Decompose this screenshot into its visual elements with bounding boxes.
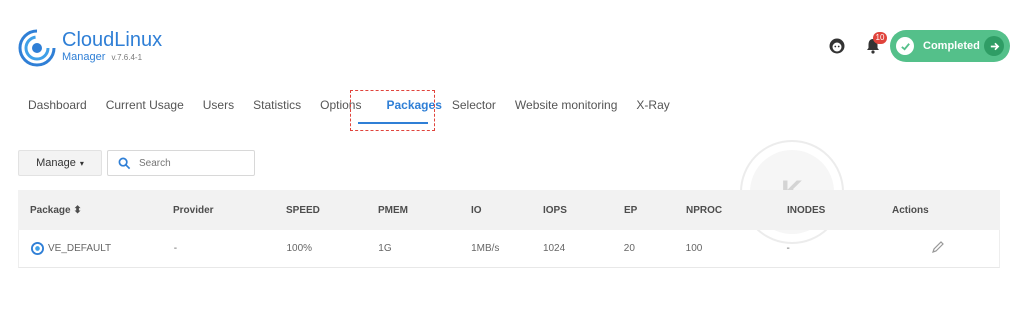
package-name: VE_DEFAULT [48,243,112,254]
app-logo[interactable]: CloudLinux Manager v.7.6.4-1 [18,29,162,67]
column-header-actions: Actions [892,204,929,216]
column-header-inodes: INODES [787,204,826,216]
sort-icon: ⬍ [70,204,82,216]
check-icon [896,37,914,55]
speed-cell: 100% [286,243,313,254]
caret-down-icon: ▾ [79,158,84,168]
actions-cell [891,240,999,257]
column-header-pmem: PMEM [378,204,408,216]
pencil-icon[interactable] [931,240,945,254]
version-label: v.7.6.4-1 [111,53,143,62]
packages-table: Package ⬍ Provider SPEED PMEM IO IOPS EP… [18,190,1000,268]
search-input[interactable] [137,156,251,170]
search-icon [118,157,131,169]
tab-x-ray[interactable]: X-Ray [636,98,669,112]
iops-cell: 1024 [542,243,566,254]
column-header-package[interactable]: Package ⬍ [18,205,173,216]
completed-label: Completed [923,40,980,52]
cloudlinux-logo-icon [18,29,56,67]
highlight-box [350,90,435,131]
brand-name: CloudLinux [62,29,163,51]
tab-website-monitoring[interactable]: Website monitoring [515,98,618,112]
notification-count-badge: 10 [873,32,887,44]
tab-dashboard[interactable]: Dashboard [28,98,87,112]
tab-users[interactable]: Users [203,98,234,112]
provider-cell: - [173,243,178,254]
support-agent-icon[interactable] [828,37,846,55]
package-cell: VE_DEFAULT [19,242,174,255]
pmem-cell: 1G [378,243,392,254]
io-cell: 1MB/s [471,243,500,254]
inodes-cell: - [786,243,790,254]
column-header-nproc: NPROC [686,204,723,216]
completed-status-button[interactable]: Completed [890,30,1010,62]
search-field[interactable] [107,150,255,176]
notifications-button[interactable]: 10 [864,32,887,55]
column-header-speed: SPEED [286,204,320,216]
column-header-provider: Provider [173,204,214,216]
manage-dropdown-button[interactable]: Manage ▾ [18,150,102,176]
table-header: Package ⬍ Provider SPEED PMEM IO IOPS EP… [18,190,1000,230]
column-header-iops: IOPS [543,204,567,216]
tab-selector[interactable]: Selector [452,98,496,112]
product-name: Manager [62,51,106,63]
package-icon [31,242,44,255]
tab-current-usage[interactable]: Current Usage [106,98,184,112]
tab-statistics[interactable]: Statistics [253,98,301,112]
nproc-cell: 100 [685,243,703,254]
table-row: VE_DEFAULT - 100% 1G 1MB/s 1024 20 100 - [18,230,1000,268]
arrow-right-icon [984,36,1004,56]
active-tab-underline [358,122,428,124]
manage-label: Manage [36,157,76,169]
ep-cell: 20 [623,243,635,254]
column-header-ep: EP [624,204,638,216]
column-header-io: IO [471,204,482,216]
